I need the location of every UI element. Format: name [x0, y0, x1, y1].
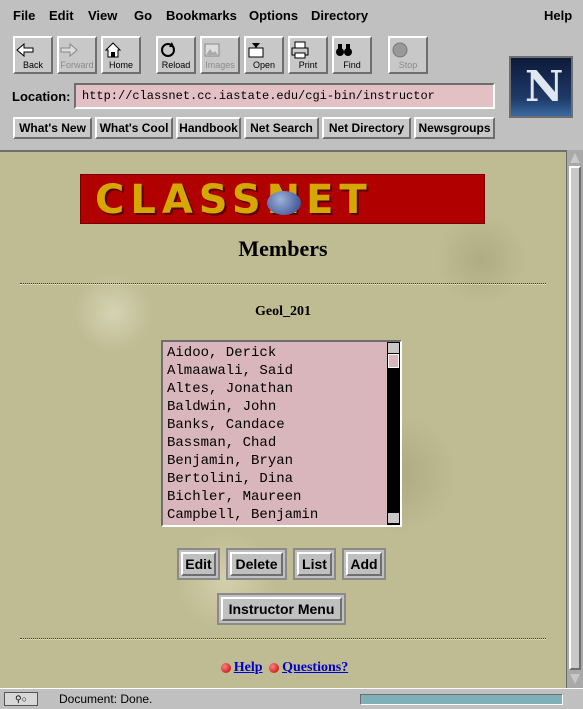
whats-cool-button[interactable]: What's Cool	[95, 117, 173, 139]
menu-edit[interactable]: Edit	[49, 8, 74, 23]
divider-top	[20, 283, 546, 285]
home-icon	[104, 42, 122, 58]
open-icon	[248, 43, 264, 58]
page-scrollbar[interactable]	[566, 150, 583, 688]
instructor-menu-label: Instructor Menu	[221, 597, 342, 621]
scroll-up-arrow-icon[interactable]	[570, 153, 580, 163]
net-directory-button[interactable]: Net Directory	[322, 117, 411, 139]
menu-help[interactable]: Help	[544, 8, 572, 23]
menu-file[interactable]: File	[13, 8, 35, 23]
stop-label: Stop	[398, 60, 418, 70]
find-button[interactable]: Find	[332, 36, 372, 74]
list-item[interactable]: Almaawali, Said	[165, 362, 387, 380]
images-icon	[204, 43, 220, 57]
questions-link[interactable]: Questions?	[282, 660, 348, 675]
forward-button[interactable]: Forward	[57, 36, 97, 74]
open-button[interactable]: Open	[244, 36, 284, 74]
delete-button[interactable]: Delete	[226, 548, 287, 580]
netscape-logo[interactable]: N	[509, 56, 573, 118]
help-link[interactable]: Help	[234, 660, 263, 675]
scroll-up-icon[interactable]	[388, 343, 399, 353]
forward-arrow-icon	[60, 42, 78, 58]
page-scroll-thumb[interactable]	[569, 166, 581, 670]
divider-bottom	[20, 638, 546, 640]
scroll-thumb[interactable]	[388, 354, 399, 368]
instructor-menu-button[interactable]: Instructor Menu	[217, 593, 346, 625]
listbox-scrollbar[interactable]	[387, 342, 400, 525]
back-button[interactable]: Back	[13, 36, 53, 74]
scroll-down-arrow-icon[interactable]	[570, 674, 580, 684]
list-item[interactable]: Banks, Candace	[165, 416, 387, 434]
edit-button[interactable]: Edit	[177, 548, 220, 580]
printer-icon	[291, 41, 309, 59]
security-key-icon[interactable]: ⚲○	[4, 692, 38, 706]
location-label: Location:	[12, 89, 71, 104]
page-title: Members	[238, 236, 328, 261]
status-bar: ⚲○ Document: Done.	[0, 688, 583, 709]
status-message: Document: Done.	[59, 692, 153, 706]
reload-button[interactable]: Reload	[156, 36, 196, 74]
home-label: Home	[108, 60, 133, 70]
print-label: Print	[298, 60, 318, 70]
list-item[interactable]: Bertolini, Dina	[165, 470, 387, 488]
list-item[interactable]: Benjamin, Bryan	[165, 452, 387, 470]
course-name: Geol_201	[255, 304, 311, 319]
home-button[interactable]: Home	[101, 36, 141, 74]
reload-icon	[161, 42, 175, 57]
open-label: Open	[252, 60, 276, 70]
menu-bookmarks[interactable]: Bookmarks	[166, 8, 237, 23]
progress-bar	[360, 694, 563, 705]
members-listbox[interactable]: Aidoo, Derick Almaawali, Said Altes, Jon…	[161, 340, 402, 527]
stop-button[interactable]: Stop	[388, 36, 428, 74]
print-button[interactable]: Print	[288, 36, 328, 74]
globe-icon	[267, 191, 301, 215]
red-bullet-icon	[269, 662, 280, 673]
menu-bar: File Edit View Go Bookmarks Options Dire…	[0, 0, 583, 30]
forward-label: Forward	[60, 60, 94, 70]
newsgroups-button[interactable]: Newsgroups	[414, 117, 495, 139]
handbook-button[interactable]: Handbook	[176, 117, 241, 139]
back-arrow-icon	[16, 42, 34, 58]
footer-links: Help Questions?	[0, 660, 566, 676]
list-button[interactable]: List	[293, 548, 336, 580]
stop-icon	[392, 42, 408, 58]
delete-button-label: Delete	[230, 552, 283, 576]
menu-directory[interactable]: Directory	[311, 8, 368, 23]
list-item[interactable]: Campbell, Benjamin	[165, 506, 387, 524]
images-label: Images	[205, 60, 235, 70]
add-button-label: Add	[346, 552, 382, 576]
location-input[interactable]: http://classnet.cc.iastate.edu/cgi-bin/i…	[74, 83, 495, 109]
whats-new-button[interactable]: What's New	[13, 117, 92, 139]
reload-label: Reload	[161, 60, 191, 70]
classnet-banner: CLASSNET	[80, 174, 485, 224]
back-label: Back	[22, 60, 43, 70]
add-button[interactable]: Add	[342, 548, 386, 580]
binoculars-icon	[336, 44, 352, 56]
menu-go[interactable]: Go	[134, 8, 152, 23]
list-item[interactable]: Baldwin, John	[165, 398, 387, 416]
list-button-label: List	[297, 552, 332, 576]
find-label: Find	[343, 60, 361, 70]
list-item[interactable]: Bichler, Maureen	[165, 488, 387, 506]
scroll-down-icon[interactable]	[388, 513, 399, 523]
menu-view[interactable]: View	[88, 8, 117, 23]
red-bullet-icon	[220, 662, 231, 673]
list-item[interactable]: Bassman, Chad	[165, 434, 387, 452]
netscape-logo-letter: N	[525, 62, 564, 111]
page-content: CLASSNET Members Geol_201 Aidoo, Derick …	[0, 150, 566, 688]
menu-options[interactable]: Options	[249, 8, 298, 23]
banner-text: CLASSNET	[95, 177, 373, 223]
list-item[interactable]: Aidoo, Derick	[165, 344, 387, 362]
net-search-button[interactable]: Net Search	[244, 117, 319, 139]
images-button[interactable]: Images	[200, 36, 240, 74]
edit-button-label: Edit	[181, 552, 216, 576]
list-item[interactable]: Altes, Jonathan	[165, 380, 387, 398]
